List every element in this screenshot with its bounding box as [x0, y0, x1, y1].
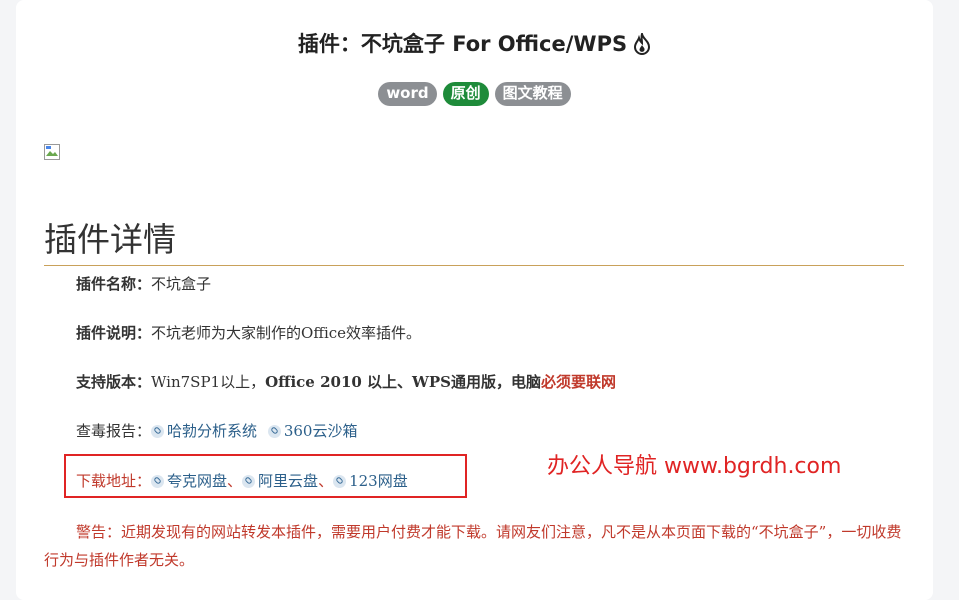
version-label: 支持版本： — [76, 373, 152, 391]
title-text: 插件：不坑盒子 For Office/WPS — [297, 32, 628, 56]
download-separator: 、 — [318, 472, 334, 490]
tag-word[interactable]: word — [378, 82, 437, 106]
scan-link-360[interactable]: 360云沙箱 — [284, 422, 358, 440]
version-bold: Office 2010 以上、WPS通用版，电脑 — [265, 373, 541, 391]
tag-list: word 原创 图文教程 — [16, 82, 933, 106]
name-value: 不坑盒子 — [151, 275, 212, 293]
download-link-quark[interactable]: 夸克网盘 — [167, 472, 227, 490]
section-divider — [44, 265, 904, 266]
detail-desc-row: 插件说明：不坑老师为大家制作的Office效率插件。 — [76, 322, 421, 343]
detail-name-row: 插件名称：不坑盒子 — [76, 273, 211, 294]
desc-label: 插件说明： — [76, 324, 152, 342]
link-icon — [333, 475, 347, 488]
link-icon — [267, 425, 281, 438]
article-card: 插件：不坑盒子 For Office/WPS word 原创 图文教程 — [16, 0, 933, 600]
link-icon — [242, 475, 256, 488]
name-label: 插件名称： — [76, 275, 152, 293]
section-heading: 插件详情 — [44, 220, 176, 259]
link-icon — [151, 475, 165, 488]
version-red: 必须要联网 — [541, 373, 617, 391]
site-watermark: 办公人导航 www.bgrdh.com — [547, 454, 842, 479]
flame-icon — [633, 30, 651, 60]
desc-value: 不坑老师为大家制作的Office效率插件。 — [151, 324, 422, 342]
scan-label: 查毒报告： — [76, 422, 152, 440]
scan-link-habo[interactable]: 哈勃分析系统 — [167, 422, 257, 440]
tag-original[interactable]: 原创 — [442, 82, 489, 106]
page-title: 插件：不坑盒子 For Office/WPS — [16, 28, 933, 60]
warning-text: 警告：近期发现有的网站转发本插件，需要用户付费才能下载。请网友们注意，凡不是从本… — [44, 523, 902, 569]
broken-image-icon — [44, 144, 60, 160]
version-plain: Win7SP1以上， — [151, 373, 266, 391]
download-label: 下载地址： — [76, 472, 152, 490]
detail-scan-row: 查毒报告： 哈勃分析系统 360云沙箱 — [76, 420, 357, 441]
detail-version-row: 支持版本：Win7SP1以上，Office 2010 以上、WPS通用版，电脑必… — [76, 371, 616, 392]
download-separator: 、 — [227, 472, 243, 490]
download-link-aliyun[interactable]: 阿里云盘 — [258, 472, 318, 490]
download-link-123[interactable]: 123网盘 — [349, 472, 408, 490]
detail-download-row: 下载地址： 夸克网盘、 阿里云盘、 123网盘 — [76, 470, 408, 491]
link-icon — [151, 425, 165, 438]
tag-tutorial[interactable]: 图文教程 — [494, 82, 571, 106]
